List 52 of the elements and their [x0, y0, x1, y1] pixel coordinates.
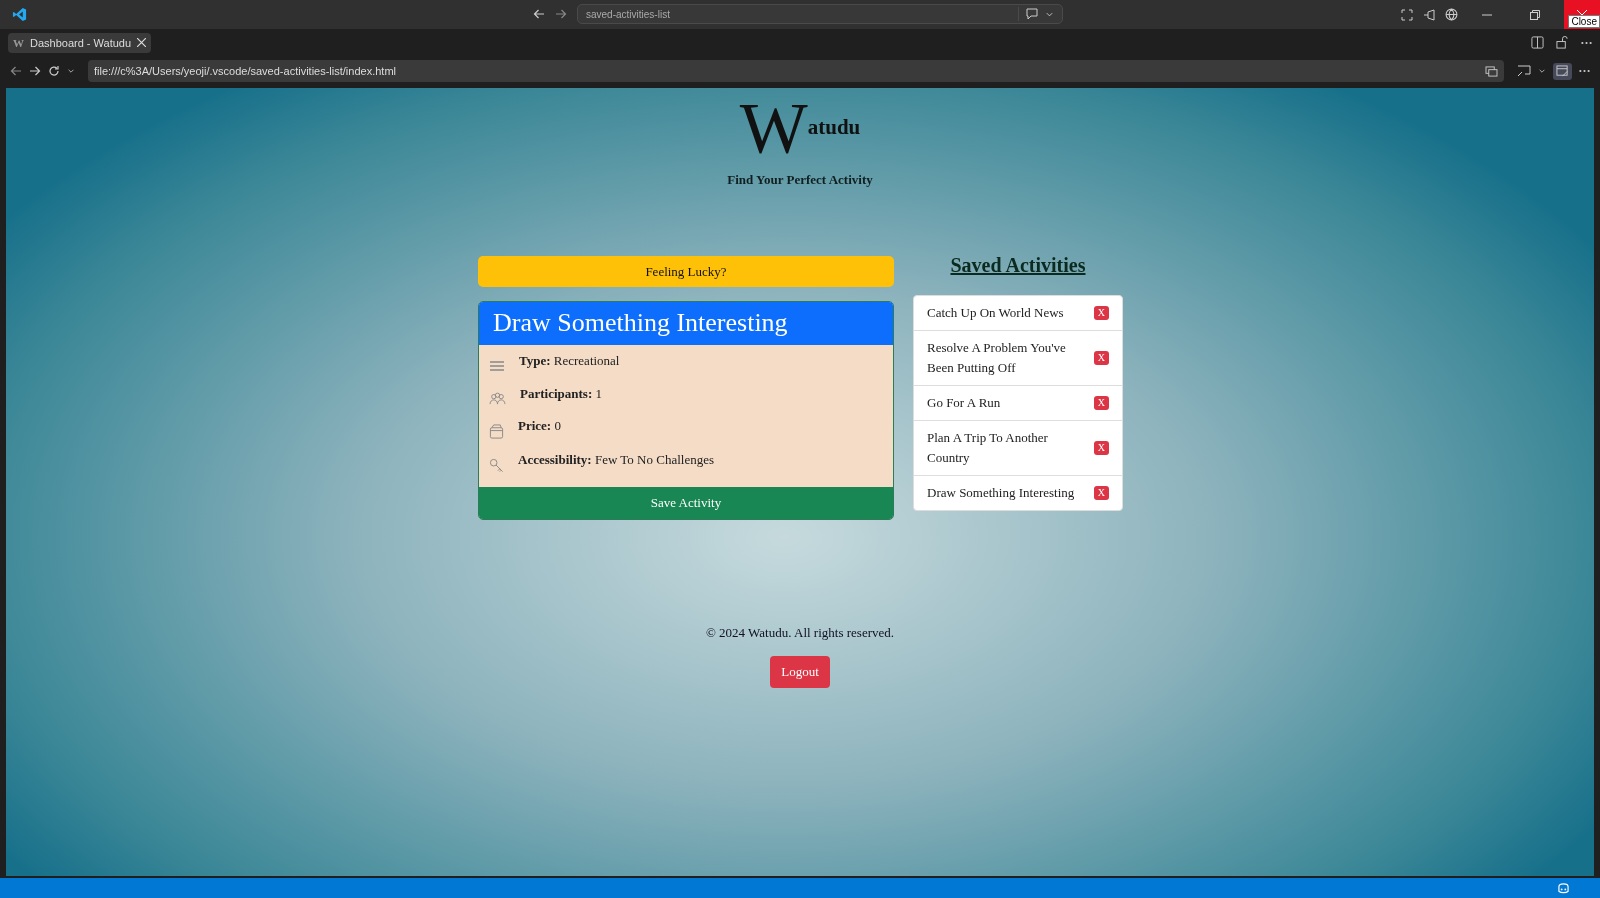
activity-title: Draw Something Interesting	[479, 302, 893, 345]
tools-icon	[1556, 64, 1569, 78]
logout-button[interactable]: Logout	[770, 656, 830, 688]
saved-activity-name: Draw Something Interesting	[927, 484, 1076, 502]
activity-detail: Type: Recreational	[519, 353, 620, 369]
chat-icon[interactable]	[1018, 7, 1039, 21]
key-icon	[489, 458, 504, 473]
tab-title: Dashboard - Watudu	[30, 36, 132, 49]
app-logo-icon	[12, 7, 27, 22]
chevron-down-icon[interactable]	[67, 67, 75, 75]
saved-activity-name: Catch Up On World News	[927, 304, 1065, 322]
address-field[interactable]: file:///c%3A/Users/yeoji/.vscode/saved-activities-list/index.html	[88, 60, 1504, 82]
chevron-down-icon[interactable]	[1538, 67, 1546, 75]
unlock-icon[interactable]	[1556, 36, 1569, 49]
save-activity-button[interactable]: Save Activity	[479, 487, 893, 519]
fullscreen-icon[interactable]	[1401, 8, 1413, 21]
wallet-icon	[489, 424, 504, 439]
remove-button[interactable]: X	[1093, 441, 1109, 455]
split-editor-icon[interactable]	[1531, 36, 1544, 49]
reload-icon[interactable]	[48, 65, 60, 77]
people-icon	[489, 392, 506, 405]
more-icon[interactable]	[1579, 69, 1590, 73]
saved-activity-name: Go For A Run	[927, 394, 1002, 412]
forward-arrow-icon[interactable]	[29, 65, 41, 77]
back-arrow-icon[interactable]	[533, 8, 545, 20]
tagline: Find Your Perfect Activity	[727, 172, 873, 188]
copyright-text: © 2024 Watudu. All rights reserved.	[705, 625, 894, 641]
command-center[interactable]: saved-activities-list	[577, 4, 1063, 24]
browser-tab[interactable]: W Dashboard - Watudu	[8, 32, 152, 53]
restore-icon[interactable]	[1530, 9, 1540, 20]
logo-letter: W	[739, 98, 808, 158]
devtools-button[interactable]	[1553, 62, 1572, 80]
activity-detail: Price: 0	[518, 418, 561, 434]
saved-activities-heading: Saved Activities	[950, 254, 1086, 277]
feeling-lucky-button[interactable]: Feeling Lucky?	[478, 256, 894, 287]
remove-button[interactable]: X	[1093, 306, 1109, 320]
globe-icon[interactable]	[1445, 8, 1458, 21]
logo-text: atudu	[807, 115, 861, 139]
saved-activity-name: Resolve A Problem You've Been Putting Off	[927, 339, 1067, 377]
activity-detail: Accessibility: Few To No Challenges	[518, 452, 714, 468]
saved-activity-name: Plan A Trip To Another Country	[927, 429, 1049, 467]
more-icon[interactable]	[1581, 40, 1592, 45]
remove-button[interactable]: X	[1093, 351, 1109, 365]
favicon-icon: W	[13, 36, 24, 49]
remove-button[interactable]: X	[1093, 486, 1109, 500]
tooltip: Close	[1568, 15, 1600, 28]
activity-detail: Participants: 1	[520, 386, 602, 402]
close-icon[interactable]	[137, 38, 147, 47]
remove-button[interactable]: X	[1093, 396, 1109, 410]
back-arrow-icon[interactable]	[10, 65, 22, 77]
lines-icon	[489, 359, 505, 373]
screen-share-icon[interactable]	[1485, 65, 1498, 77]
